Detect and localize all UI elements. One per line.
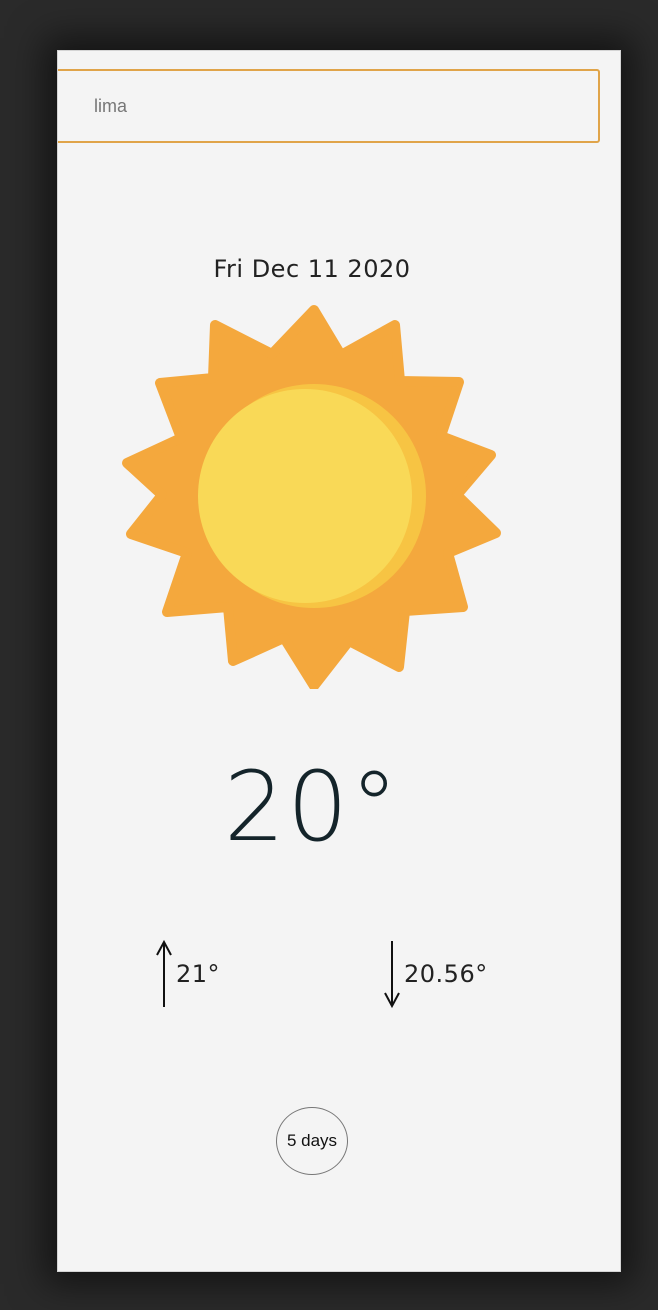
current-temperature: 20° — [223, 751, 401, 863]
arrow-up-icon — [156, 939, 172, 1007]
search-box — [58, 69, 600, 143]
arrow-down-icon — [384, 941, 400, 1009]
search-input[interactable] — [58, 71, 598, 141]
low-temperature: 20.56° — [382, 939, 488, 1009]
high-temperature-value: 21° — [176, 960, 221, 988]
high-temperature: 21° — [154, 939, 220, 1009]
weather-card: Fri Dec 11 2020 20° 21° 20.56° 5 days — [57, 50, 621, 1272]
five-day-forecast-button[interactable]: 5 days — [276, 1107, 348, 1175]
low-temperature-value: 20.56° — [404, 960, 488, 988]
sun-icon — [122, 305, 501, 689]
date-label: Fri Dec 11 2020 — [213, 255, 411, 283]
